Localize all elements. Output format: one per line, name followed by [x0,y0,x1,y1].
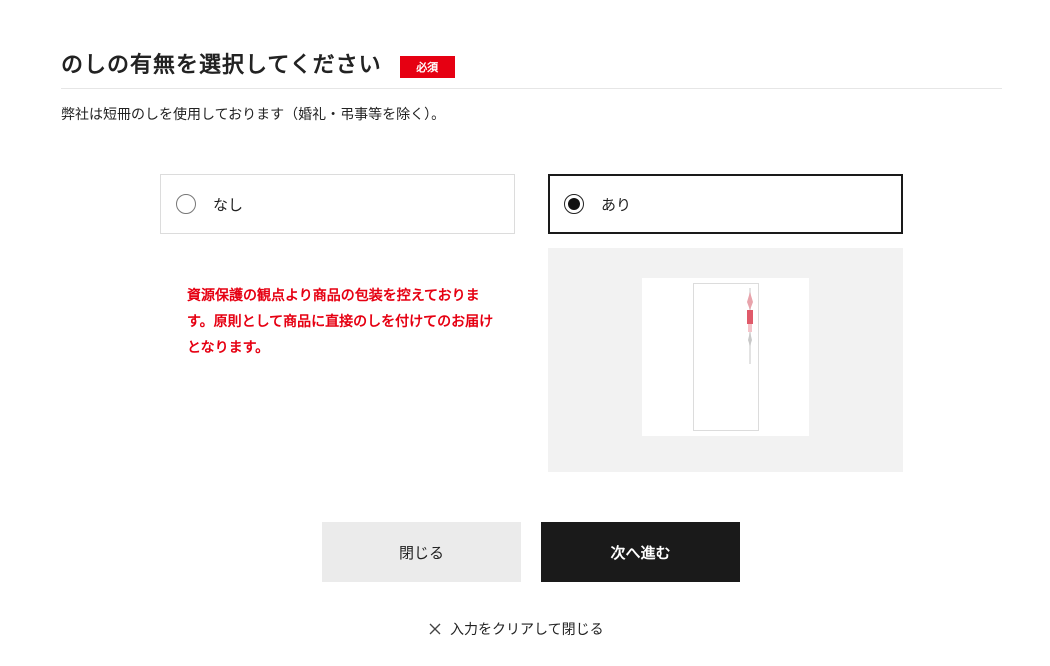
next-button[interactable]: 次へ進む [541,522,740,582]
description-text: 弊社は短冊のしを使用しております（婚礼・弔事等を除く）。 [61,107,446,123]
noshi-selection-dialog: のしの有無を選択してください 必須 弊社は短冊のしを使用しております（婚礼・弔事… [0,0,1050,666]
radio-dot [568,198,580,210]
section-header: のしの有無を選択してください 必須 [61,52,1002,89]
option-yes-label: あり [601,195,632,214]
radio-checked-icon [564,194,584,214]
option-yes-radio[interactable]: あり [548,174,903,234]
noshi-strip [693,283,759,431]
option-none-label: なし [213,195,244,214]
radio-unchecked-icon [176,194,196,214]
noshi-ornament-icon [747,288,753,364]
clear-link-label: 入力をクリアして閉じる [450,622,604,638]
noshi-preview-panel [548,248,903,472]
clear-and-close-link[interactable]: 入力をクリアして閉じる [428,619,604,639]
close-icon [429,623,441,635]
option-none-radio[interactable]: なし [160,174,515,234]
required-badge: 必須 [399,56,455,78]
close-button[interactable]: 閉じる [322,522,521,582]
noshi-preview-image [642,278,809,436]
packaging-note: 資源保護の観点より商品の包装を控えております。原則として商品に直接のしを付けての… [187,288,494,356]
page-title: のしの有無を選択してください [61,53,382,78]
